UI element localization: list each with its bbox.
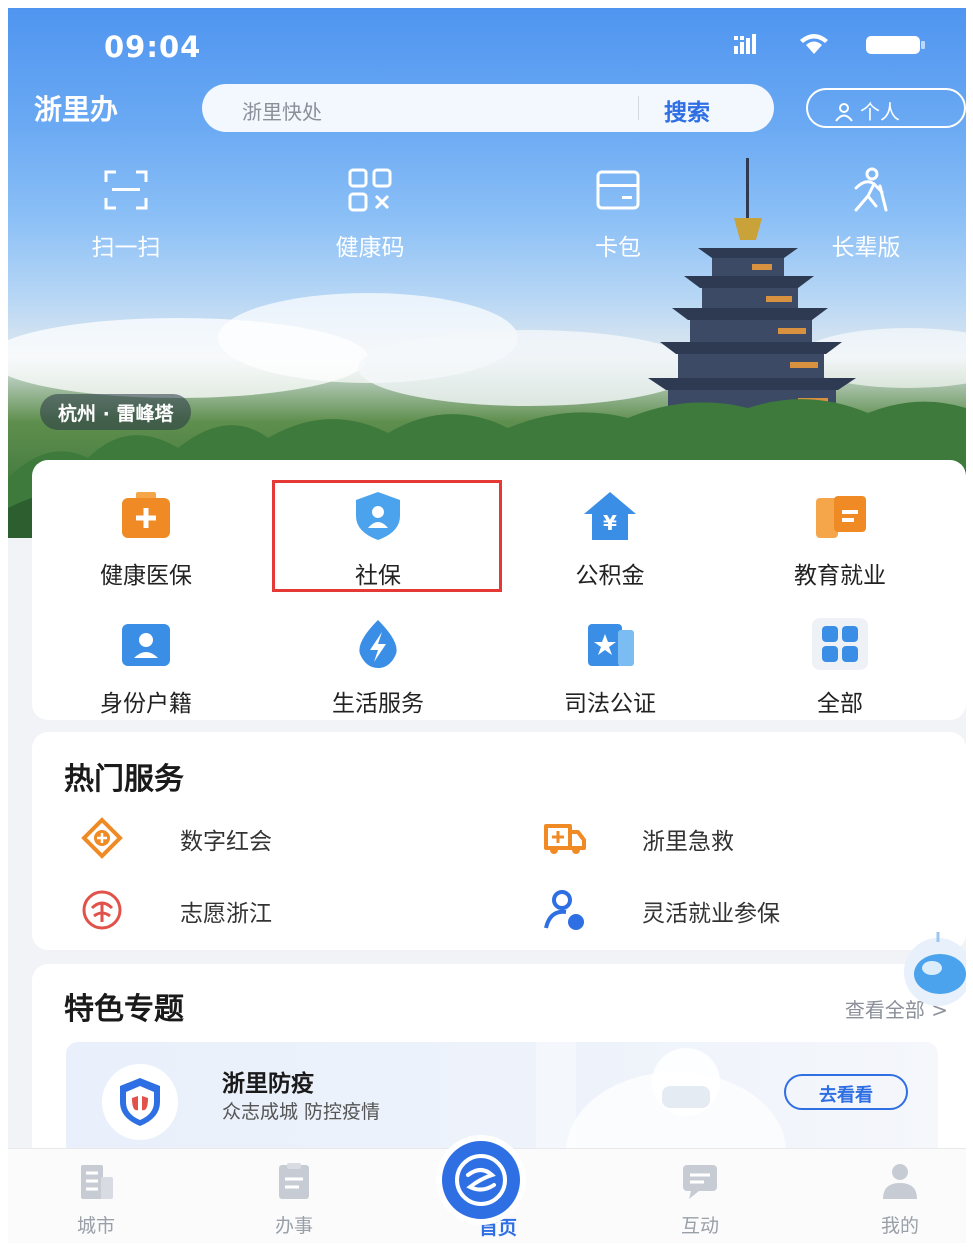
location-tag: 杭州 · 雷峰塔: [40, 394, 192, 430]
city-icon: [81, 1165, 113, 1199]
tab-city[interactable]: 城市: [36, 1161, 156, 1238]
personal-mode-button[interactable]: 个人: [806, 88, 966, 128]
quick-card-wallet-label: 卡包: [595, 235, 641, 261]
tab-label: 办事: [274, 1215, 313, 1237]
service-notary[interactable]: 司法公证: [510, 616, 710, 718]
shield-lungs-icon: [120, 1078, 160, 1126]
hot-item-volunteer[interactable]: 志愿浙江: [80, 888, 440, 932]
hot-item-label: 灵活就业参保: [642, 901, 780, 927]
lightning-drop-icon: [359, 620, 397, 668]
tab-home[interactable]: 首页: [436, 1135, 558, 1240]
quick-scan[interactable]: 扫一扫: [56, 166, 196, 262]
card-wallet-icon: [596, 170, 640, 210]
topic-icon-wrap: [102, 1064, 178, 1140]
flexible-employment-icon: [544, 890, 584, 930]
service-id-registry[interactable]: 身份户籍: [46, 616, 246, 718]
volunteer-icon: [82, 890, 122, 930]
service-housing-fund[interactable]: ¥ 公积金: [510, 488, 710, 590]
status-time: 09:04: [104, 30, 202, 64]
tab-interaction[interactable]: 互动: [640, 1161, 760, 1238]
red-cross-icon: [81, 817, 123, 859]
notary-icon: [588, 624, 634, 666]
chat-icon: [683, 1165, 717, 1199]
highlight-box: [272, 480, 502, 592]
service-label: 身份户籍: [100, 691, 192, 717]
hot-services-title: 热门服务: [64, 762, 184, 797]
tab-bar: 城市 办事 首页 互动 我的: [8, 1135, 966, 1243]
hot-item-label: 志愿浙江: [180, 901, 272, 927]
signal-icon: [734, 34, 756, 54]
phone-screen: 09:04 浙里办 浙里快处 搜索 个人 扫一扫 健康码 卡包 长辈版 杭州 ·…: [8, 8, 966, 1243]
services-card: 健康医保 社保 ¥ 公积金 教育就业 身份户籍 生活服务 司法公证 全部: [32, 460, 966, 720]
quick-scan-label: 扫一扫: [91, 235, 161, 261]
hot-item-flexible-employment[interactable]: 灵活就业参保: [542, 888, 902, 932]
home-logo-icon: [455, 1154, 507, 1206]
hero-banner: 09:04 浙里办 浙里快处 搜索 个人 扫一扫 健康码 卡包 长辈版 杭州 ·…: [8, 8, 966, 538]
service-life[interactable]: 生活服务: [278, 616, 478, 718]
tab-tasks[interactable]: 办事: [234, 1161, 354, 1238]
tab-label: 互动: [680, 1215, 719, 1237]
qr-code-icon: [348, 168, 392, 212]
featured-title: 特色专题: [64, 992, 184, 1027]
personal-label: 个人: [860, 100, 900, 124]
topic-title: 浙里防疫: [222, 1071, 314, 1097]
medical-kit-icon: [122, 492, 170, 538]
hot-item-label: 浙里急救: [642, 829, 734, 855]
tab-profile[interactable]: 我的: [840, 1161, 960, 1238]
hot-item-ambulance[interactable]: 浙里急救: [542, 816, 902, 860]
hot-item-red-cross[interactable]: 数字红会: [80, 816, 440, 860]
education-icon: [816, 496, 866, 538]
profile-icon: [883, 1164, 917, 1199]
id-card-icon: [122, 624, 170, 666]
service-label: 公积金: [575, 563, 645, 589]
service-all[interactable]: 全部: [740, 616, 940, 718]
service-label: 生活服务: [332, 691, 424, 717]
app-title: 浙里办: [34, 93, 119, 126]
service-education[interactable]: 教育就业: [740, 488, 940, 590]
service-health-insurance[interactable]: 健康医保: [46, 488, 246, 590]
tab-label: 我的: [880, 1215, 919, 1237]
battery-icon: [866, 36, 920, 54]
service-label: 健康医保: [100, 563, 192, 589]
quick-health-code[interactable]: 健康码: [300, 166, 440, 262]
service-label: 司法公证: [564, 691, 656, 717]
go-see-button[interactable]: 去看看: [784, 1074, 908, 1110]
search-divider: [638, 96, 639, 120]
wifi-icon: [800, 34, 828, 54]
topic-subtitle: 众志成城 防控疫情: [222, 1101, 381, 1123]
person-icon: [835, 103, 853, 122]
ambulance-icon: [544, 824, 586, 854]
tasks-icon: [279, 1163, 309, 1199]
hot-item-label: 数字红会: [180, 829, 272, 855]
home-circle: [436, 1135, 526, 1225]
quick-health-code-label: 健康码: [335, 235, 405, 261]
quick-elder-mode[interactable]: 长辈版: [796, 166, 936, 262]
quick-card-wallet[interactable]: 卡包: [548, 166, 688, 262]
svg-text:¥: ¥: [603, 511, 617, 535]
quick-elder-mode-label: 长辈版: [831, 235, 901, 261]
search-bar[interactable]: 浙里快处 搜索: [202, 84, 774, 132]
service-label: 教育就业: [794, 563, 886, 589]
tab-label: 城市: [76, 1215, 115, 1237]
assistant-float-icon[interactable]: [894, 928, 966, 1008]
elder-mode-icon: [854, 167, 888, 212]
hot-services-card: 热门服务 数字红会 浙里急救 志愿浙江 灵活就业参保: [32, 732, 966, 950]
service-label: 全部: [817, 691, 863, 717]
search-placeholder[interactable]: 浙里快处: [242, 96, 322, 125]
status-icons: [734, 34, 925, 54]
grid-all-icon: [812, 618, 868, 670]
scan-icon: [104, 170, 148, 210]
search-button[interactable]: 搜索: [664, 93, 710, 127]
housing-fund-icon: ¥: [584, 492, 636, 540]
